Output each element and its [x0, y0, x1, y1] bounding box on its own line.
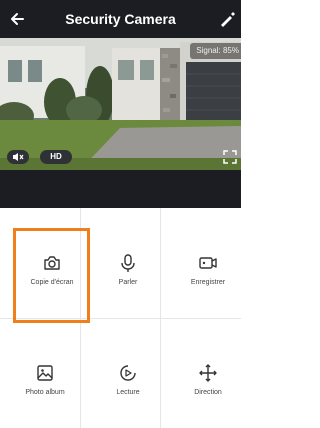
camera-video-feed[interactable]: Signal: 85% HD	[0, 38, 241, 170]
record-button[interactable]: Enregistrer	[168, 208, 248, 318]
direction-icon	[199, 364, 217, 382]
video-control-band	[0, 170, 241, 208]
page-title: Security Camera	[65, 11, 176, 27]
speaker-mute-icon[interactable]	[7, 150, 29, 164]
action-grid: Copie d'écran Parler Enregistrer Photo a…	[0, 208, 241, 428]
fullscreen-icon[interactable]	[223, 150, 237, 164]
app-header: Security Camera	[0, 0, 241, 38]
playback-button[interactable]: Lecture	[88, 318, 168, 428]
talk-label: Parler	[118, 279, 138, 286]
record-label: Enregistrer	[190, 279, 226, 286]
edit-icon[interactable]	[217, 9, 237, 29]
direction-button[interactable]: Direction	[168, 318, 248, 428]
quality-toggle-button[interactable]: HD	[40, 150, 72, 164]
microphone-icon	[121, 254, 135, 272]
camera-icon	[44, 256, 60, 270]
playback-label: Lecture	[116, 389, 140, 396]
photo-album-label: Photo album	[25, 389, 65, 396]
signal-indicator: Signal: 85%	[190, 43, 241, 59]
video-record-icon	[199, 257, 217, 269]
photo-album-button[interactable]: Photo album	[5, 318, 85, 428]
playback-icon	[120, 365, 136, 381]
screenshot-label: Copie d'écran	[30, 279, 74, 286]
screenshot-button[interactable]: Copie d'écran	[12, 208, 92, 318]
direction-label: Direction	[194, 389, 222, 396]
talk-button[interactable]: Parler	[88, 208, 168, 318]
back-arrow-icon[interactable]	[8, 9, 28, 29]
photo-album-icon	[37, 365, 53, 381]
